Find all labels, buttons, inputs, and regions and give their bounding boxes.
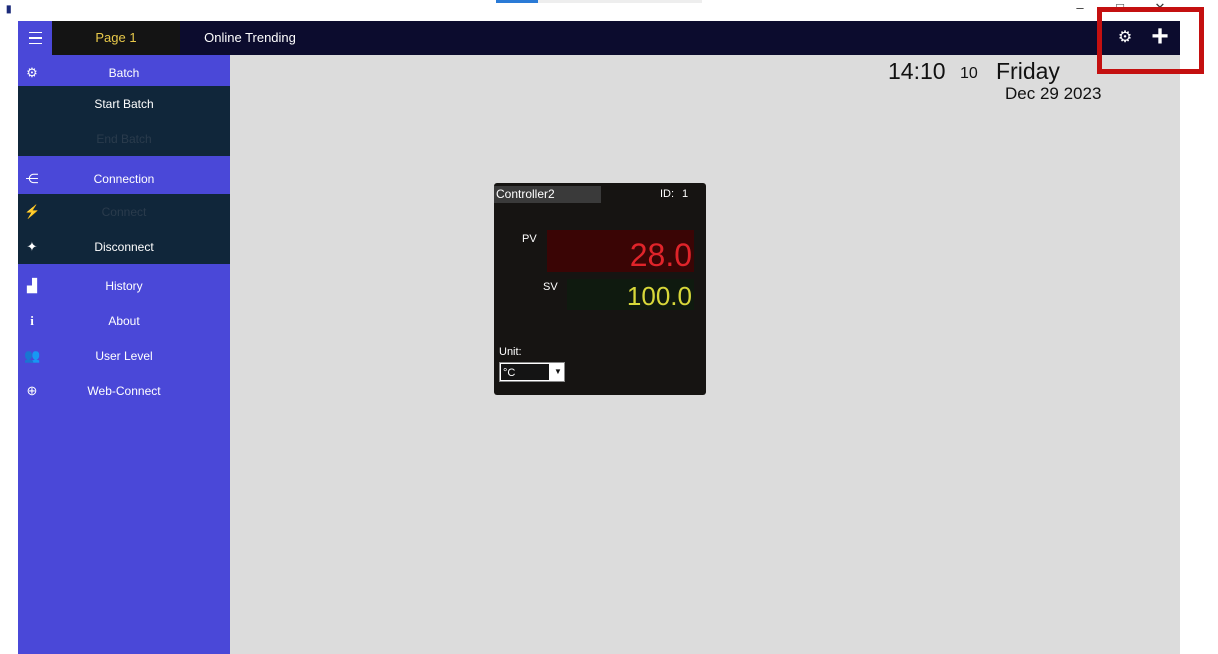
- sidebar-item-batch[interactable]: ⚙ Batch: [18, 55, 230, 90]
- tab-page-1[interactable]: Page 1: [52, 21, 180, 55]
- users-icon: 👥: [24, 347, 41, 363]
- sidebar-item-label: End Batch: [96, 131, 152, 146]
- sidebar-item-label: History: [105, 278, 143, 293]
- sidebar-item-label: Disconnect: [94, 239, 154, 254]
- sidebar-item-label: Connect: [101, 204, 147, 219]
- unit-select-value: °C: [500, 363, 550, 381]
- sidebar-item-web-connect[interactable]: ⊕ Web-Connect: [18, 373, 230, 408]
- gears-icon: ⚙: [26, 64, 38, 80]
- controller-id: 1: [682, 188, 689, 200]
- sidebar-item-label: Connection: [93, 171, 155, 186]
- clock-date: Dec 29 2023: [1005, 84, 1102, 103]
- globe-icon: ⊕: [26, 382, 38, 398]
- minimize-button[interactable]: –: [1060, 0, 1100, 18]
- info-icon: i: [30, 312, 34, 328]
- sidebar-item-end-batch: End Batch: [18, 121, 230, 156]
- sidebar-item-history[interactable]: ▟ History: [18, 268, 230, 303]
- clock-seconds: 10: [960, 65, 978, 82]
- controller-id-label: ID:: [660, 188, 675, 200]
- app-window: Page 1 Online Trending ⚙ + ⚙ Batch Start…: [18, 21, 1180, 654]
- top-bar: Page 1 Online Trending ⚙ +: [18, 21, 1180, 55]
- sidebar-item-user-level[interactable]: 👥 User Level: [18, 338, 230, 373]
- sidebar-item-label: About: [108, 313, 140, 328]
- share-icon: ⋲: [25, 170, 39, 186]
- plug-icon: ⚡: [24, 203, 41, 219]
- highlight-box: [1097, 7, 1204, 74]
- pv-value: 28.0: [547, 230, 694, 273]
- clock-day: Friday: [996, 58, 1060, 84]
- chevron-down-icon: ▼: [554, 367, 562, 376]
- window-titlebar: ▮ – □ ✕: [0, 0, 1218, 21]
- unplug-icon: ✦: [26, 238, 38, 254]
- controller-panel[interactable]: Controller2 ID: 1 PV 28.0 SV 100.0 Unit:…: [494, 183, 706, 395]
- sidebar-item-label: User Level: [95, 348, 153, 363]
- sidebar-item-connection[interactable]: ⋲ Connection: [18, 161, 230, 196]
- sidebar-item-label: Start Batch: [94, 96, 154, 111]
- unit-select[interactable]: °C ▼: [499, 362, 565, 382]
- unit-label: Unit:: [499, 346, 522, 358]
- chart-icon: ▟: [27, 277, 37, 293]
- app-logo-icon: ▮: [6, 4, 12, 15]
- title-strip: [496, 0, 702, 3]
- controller-name: Controller2: [494, 186, 601, 203]
- sidebar-item-about[interactable]: i About: [18, 303, 230, 338]
- sidebar: ⚙ Batch Start Batch End Batch ⋲ Connecti…: [18, 55, 230, 654]
- tab-online-trending[interactable]: Online Trending: [180, 21, 320, 55]
- hamburger-menu-icon[interactable]: [18, 21, 52, 55]
- sv-label: SV: [543, 281, 558, 293]
- pv-label: PV: [522, 233, 537, 245]
- sidebar-item-disconnect[interactable]: ✦ Disconnect: [18, 229, 230, 264]
- sidebar-item-start-batch[interactable]: Start Batch: [18, 86, 230, 121]
- sidebar-item-label: Web-Connect: [87, 383, 161, 398]
- sv-value: 100.0: [567, 279, 694, 311]
- sidebar-item-connect: ⚡ Connect: [18, 194, 230, 229]
- clock-time: 14:10: [888, 58, 946, 84]
- sidebar-item-label: Batch: [108, 65, 140, 80]
